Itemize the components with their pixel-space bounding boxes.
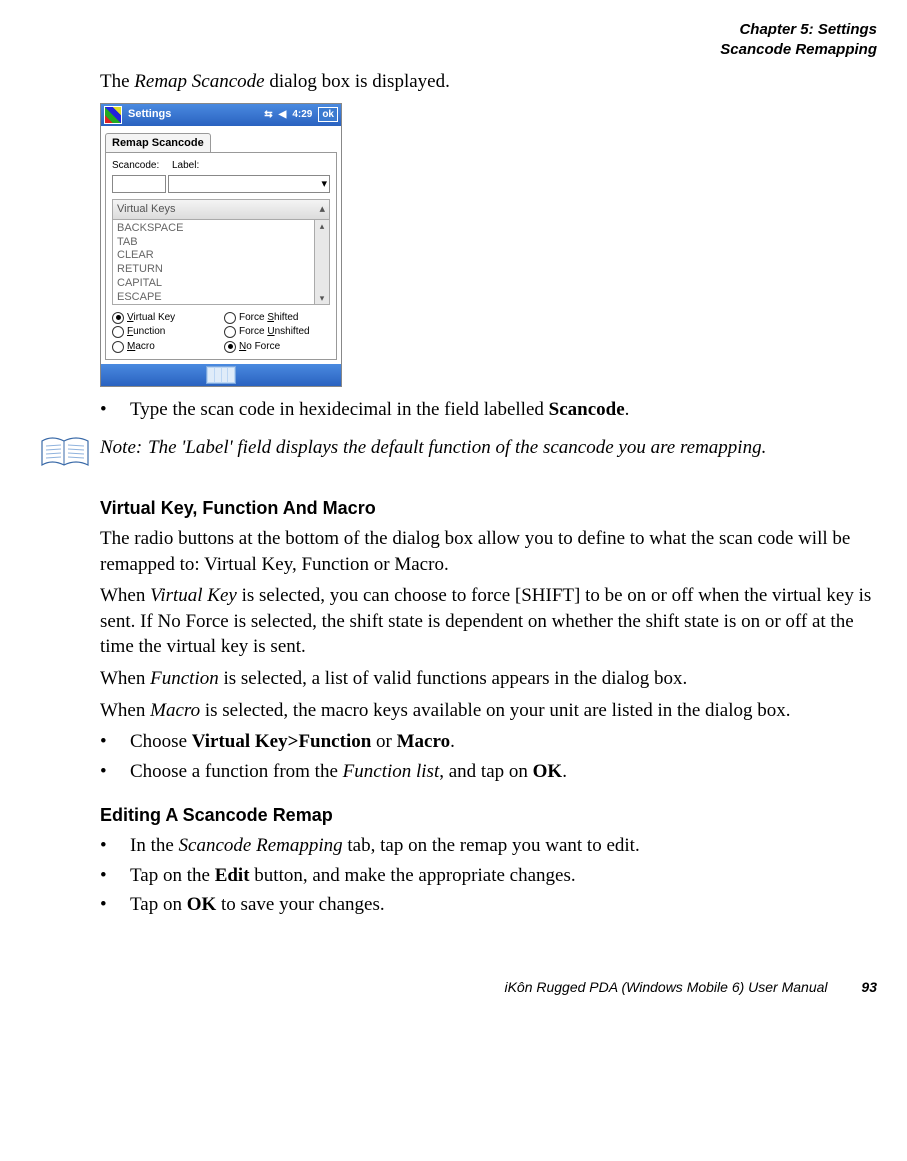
remap-scancode-screenshot: Settings ⇆ ◀ 4:29 ok Remap Scancode Scan… [100, 103, 342, 388]
radio-macro: Macro [112, 340, 218, 354]
wm-bottombar [101, 364, 341, 386]
header-section: Scancode Remapping [30, 40, 877, 60]
bullet-tap-edit: • Tap on the Edit button, and make the a… [100, 863, 877, 889]
para-macro: When Macro is selected, the macro keys a… [100, 698, 877, 724]
page-number: 93 [861, 979, 877, 995]
scancode-label: Scancode: [112, 159, 172, 173]
footer-text: iKôn Rugged PDA (Windows Mobile 6) User … [504, 979, 827, 995]
wm-titlebar: Settings ⇆ ◀ 4:29 ok [101, 104, 341, 126]
dropdown-arrow-icon: ▾ [321, 177, 327, 192]
label-label: Label: [172, 159, 199, 173]
subhead-editing: Editing A Scancode Remap [100, 803, 877, 827]
list-header: Virtual Keys ▴ [112, 199, 330, 220]
wm-time: 4:29 [292, 108, 312, 122]
para-function: When Function is selected, a list of val… [100, 666, 877, 692]
connectivity-icon: ⇆ [264, 108, 272, 122]
header-chapter: Chapter 5: Settings [30, 20, 877, 40]
wm-ok-button: ok [318, 107, 338, 123]
para-virtual-key: When Virtual Key is selected, you can ch… [100, 583, 877, 660]
radio-virtual-key: Virtual Key [112, 311, 218, 325]
bullet-choose-type: • Choose Virtual Key>Function or Macro. [100, 729, 877, 755]
virtual-keys-list: BACKSPACE TAB CLEAR RETURN CAPITAL ESCAP… [113, 220, 314, 304]
list-item: ESCAPE [117, 291, 310, 305]
windows-flag-icon [104, 106, 122, 124]
scancode-input [112, 175, 166, 193]
list-scrollbar: ▴ ▾ [314, 220, 329, 304]
radio-function: Function [112, 325, 218, 339]
list-header-arrow-icon: ▴ [319, 202, 325, 217]
page-footer: iKôn Rugged PDA (Windows Mobile 6) User … [30, 978, 877, 997]
radio-no-force: No Force [224, 340, 330, 354]
bullet-type-scancode: • Type the scan code in hexidecimal in t… [100, 397, 877, 423]
note-label: Note: [100, 435, 148, 461]
scroll-up-icon: ▴ [320, 220, 325, 232]
list-item: RETURN [117, 263, 310, 277]
para-radio-explain: The radio buttons at the bottom of the d… [100, 526, 877, 577]
bullet-tap-ok: • Tap on OK to save your changes. [100, 892, 877, 918]
list-item: CAPITAL [117, 277, 310, 291]
list-item: TAB [117, 236, 310, 250]
note-book-icon [40, 435, 90, 478]
scroll-down-icon: ▾ [320, 292, 325, 304]
wm-title-text: Settings [128, 107, 258, 122]
radio-force-unshifted: Force Unshifted [224, 325, 330, 339]
intro-para: The Remap Scancode dialog box is display… [100, 69, 877, 95]
page-header: Chapter 5: Settings Scancode Remapping [30, 20, 877, 59]
keyboard-icon [206, 366, 236, 384]
list-item: CLEAR [117, 249, 310, 263]
subhead-vkey-func-macro: Virtual Key, Function And Macro [100, 496, 877, 520]
volume-icon: ◀ [279, 108, 287, 122]
note-block: Note:The 'Label' field displays the defa… [40, 435, 877, 478]
bullet-tap-remap: • In the Scancode Remapping tab, tap on … [100, 833, 877, 859]
dialog-caption: Remap Scancode [105, 133, 211, 154]
note-text: The 'Label' field displays the default f… [148, 437, 766, 458]
label-dropdown: ▾ [168, 175, 330, 193]
list-item: BACKSPACE [117, 222, 310, 236]
bullet-choose-function: • Choose a function from the Function li… [100, 759, 877, 785]
radio-force-shifted: Force Shifted [224, 311, 330, 325]
